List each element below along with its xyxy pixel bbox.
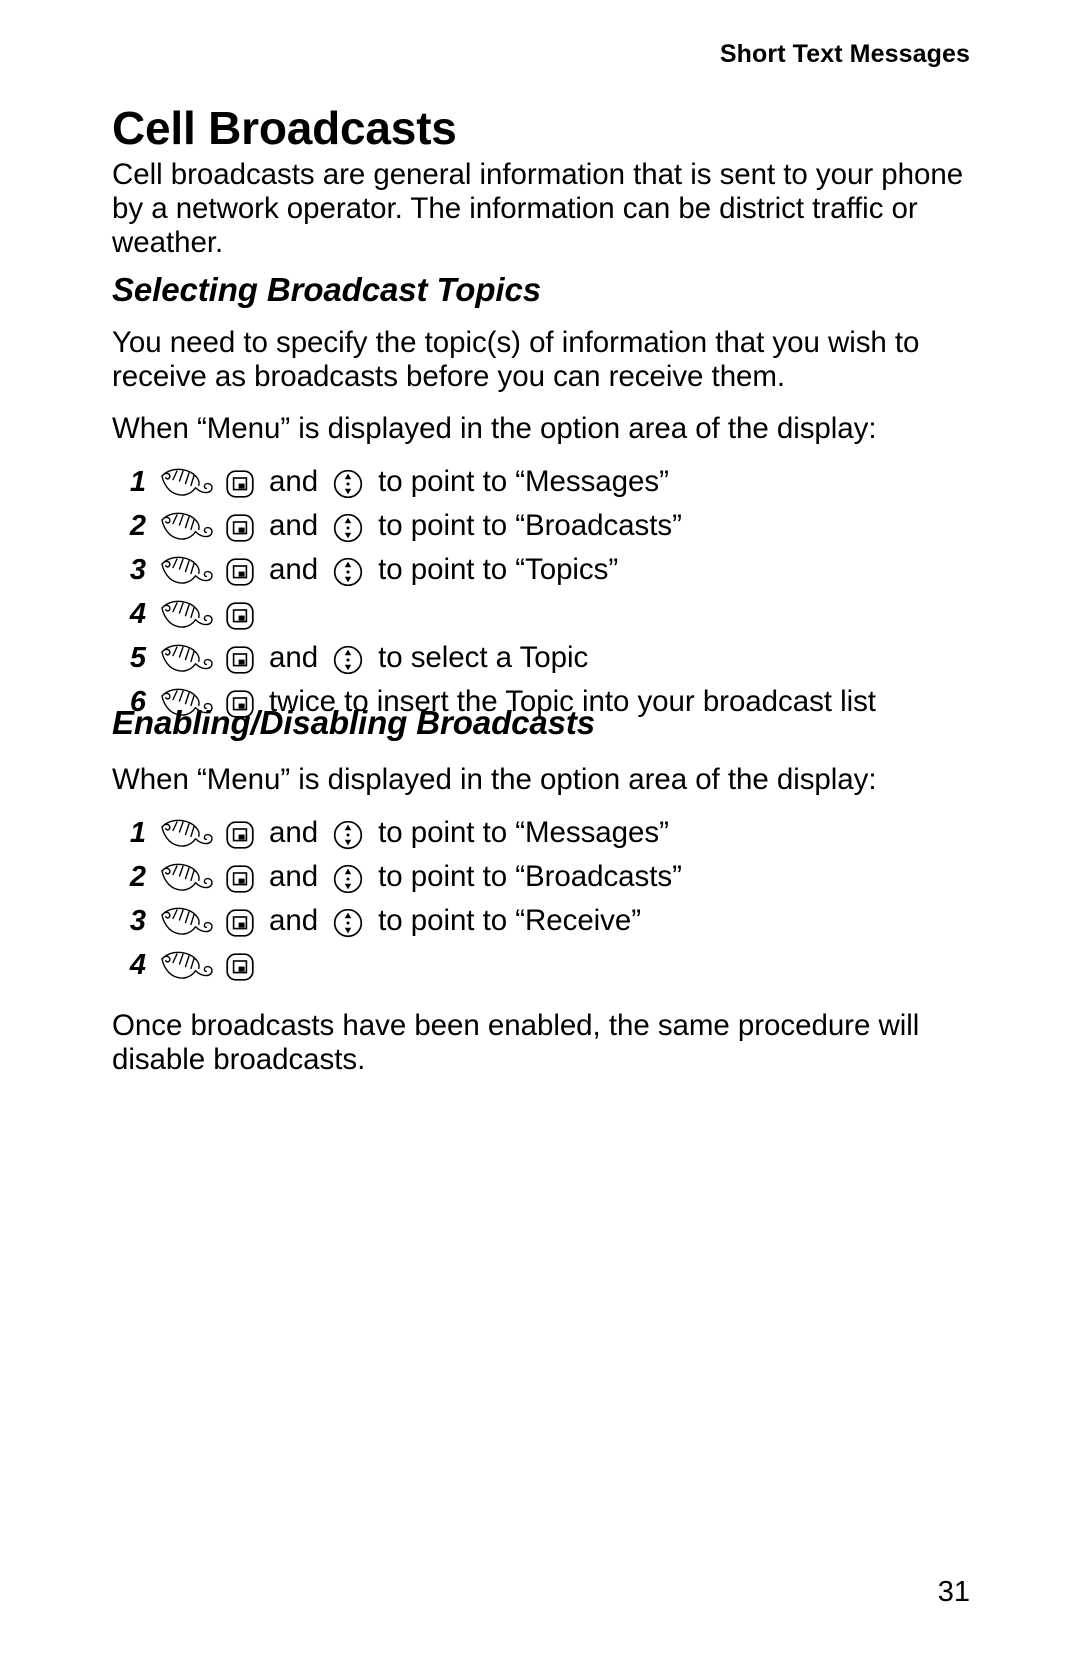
- hand-icon: [158, 904, 216, 938]
- key-icon-slot: [225, 855, 255, 899]
- hand-icon: [158, 509, 216, 543]
- procedure-step: 1 and to point to “Messages”: [112, 811, 970, 855]
- key-icon: [225, 469, 255, 499]
- step-conjunction: and: [269, 860, 319, 894]
- procedure-step: 3 and to point to “Receive”: [112, 899, 970, 943]
- step-number: 1: [129, 466, 146, 499]
- key-icon-slot: [225, 943, 255, 987]
- nav-pad-icon-slot: [332, 636, 364, 680]
- hand-icon: [158, 597, 216, 631]
- key-icon: [225, 601, 255, 631]
- step-number: 2: [129, 861, 146, 894]
- section-closing-paragraph: Once broadcasts have been enabled, the s…: [112, 1009, 920, 1077]
- section-lead-paragraph: You need to specify the topic(s) of info…: [112, 326, 920, 394]
- key-icon: [225, 908, 255, 938]
- step-number: 4: [129, 598, 146, 631]
- step-instruction-text: to point to “Broadcasts”: [378, 860, 682, 894]
- step-instruction-text: to point to “Receive”: [378, 904, 642, 938]
- step-instruction-text: to point to “Broadcasts”: [378, 509, 682, 543]
- nav-pad-icon: [332, 819, 364, 851]
- step-instruction-text: to point to “Topics”: [378, 553, 619, 587]
- procedure-step: 2 and to point to “Broadcasts”: [112, 855, 970, 899]
- step-number: 1: [129, 817, 146, 850]
- step-conjunction: and: [269, 553, 319, 587]
- key-icon: [225, 952, 255, 982]
- key-icon-slot: [225, 811, 255, 855]
- key-icon-slot: [225, 548, 255, 592]
- nav-pad-icon: [332, 644, 364, 676]
- step-content: [158, 592, 262, 636]
- key-icon: [225, 820, 255, 850]
- nav-pad-icon-slot: [332, 899, 364, 943]
- key-icon-slot: [225, 504, 255, 548]
- section-heading: Selecting Broadcast Topics: [112, 271, 541, 308]
- step-content: and to point to “Receive”: [158, 899, 648, 943]
- step-instruction-text: to point to “Messages”: [378, 816, 669, 850]
- nav-pad-icon-slot: [332, 855, 364, 899]
- key-icon-slot: [225, 460, 255, 504]
- step-content: and to point to “Broadcasts”: [158, 855, 689, 899]
- intro-paragraph: Cell broadcasts are general information …: [112, 158, 964, 259]
- step-instruction-text: to select a Topic: [378, 641, 589, 675]
- step-conjunction: and: [269, 641, 319, 675]
- hand-icon: [158, 641, 216, 675]
- procedure-step: 4: [112, 943, 970, 987]
- section-enabling-disabling-broadcasts: Enabling/Disabling Broadcasts When “Menu…: [112, 704, 970, 1077]
- step-number: 5: [129, 642, 146, 675]
- hand-icon: [158, 816, 216, 850]
- key-icon: [225, 864, 255, 894]
- nav-pad-icon: [332, 863, 364, 895]
- key-icon: [225, 513, 255, 543]
- section-prompt: When “Menu” is displayed in the option a…: [112, 412, 877, 446]
- key-icon: [225, 557, 255, 587]
- nav-pad-icon-slot: [332, 811, 364, 855]
- step-content: [158, 943, 262, 987]
- nav-pad-icon-slot: [332, 460, 364, 504]
- procedure-step: 2 and to point to “Broadcasts”: [112, 504, 970, 548]
- nav-pad-icon: [332, 512, 364, 544]
- step-content: and to point to “Topics”: [158, 548, 625, 592]
- procedure-step: 5 and to select a Topic: [112, 636, 970, 680]
- step-conjunction: and: [269, 904, 319, 938]
- step-number: 3: [129, 554, 146, 587]
- hand-icon: [158, 948, 216, 982]
- step-conjunction: and: [269, 465, 319, 499]
- key-icon: [225, 645, 255, 675]
- step-content: and to point to “Broadcasts”: [158, 504, 689, 548]
- key-icon-slot: [225, 899, 255, 943]
- procedure-steps-list: 1 and to point to “Messages” 2 and to point t…: [112, 811, 970, 987]
- section-selecting-broadcast-topics: Selecting Broadcast Topics You need to s…: [112, 271, 970, 724]
- manual-page: Short Text Messages Cell Broadcasts Cell…: [0, 0, 1080, 1667]
- nav-pad-icon: [332, 907, 364, 939]
- hand-icon: [158, 465, 216, 499]
- nav-pad-icon: [332, 556, 364, 588]
- nav-pad-icon-slot: [332, 548, 364, 592]
- step-conjunction: and: [269, 509, 319, 543]
- page-title: Cell Broadcasts: [112, 102, 457, 154]
- running-header: Short Text Messages: [719, 40, 970, 68]
- step-conjunction: and: [269, 816, 319, 850]
- key-icon-slot: [225, 636, 255, 680]
- procedure-step: 1 and to point to “Messages”: [112, 460, 970, 504]
- hand-icon: [158, 860, 216, 894]
- section-prompt: When “Menu” is displayed in the option a…: [112, 763, 877, 797]
- page-number: 31: [937, 1576, 970, 1608]
- hand-icon: [158, 553, 216, 587]
- procedure-step: 3 and to point to “Topics”: [112, 548, 970, 592]
- procedure-step: 4: [112, 592, 970, 636]
- step-number: 4: [129, 949, 146, 982]
- step-number: 2: [129, 510, 146, 543]
- nav-pad-icon-slot: [332, 504, 364, 548]
- procedure-steps-list: 1 and to point to “Messages” 2 and to point t…: [112, 460, 970, 724]
- step-content: and to select a Topic: [158, 636, 595, 680]
- key-icon-slot: [225, 592, 255, 636]
- step-number: 3: [129, 905, 146, 938]
- step-content: and to point to “Messages”: [158, 460, 676, 504]
- intro-block: Cell broadcasts are general information …: [112, 158, 970, 260]
- step-content: and to point to “Messages”: [158, 811, 676, 855]
- nav-pad-icon: [332, 468, 364, 500]
- section-heading: Enabling/Disabling Broadcasts: [112, 704, 596, 741]
- step-instruction-text: to point to “Messages”: [378, 465, 669, 499]
